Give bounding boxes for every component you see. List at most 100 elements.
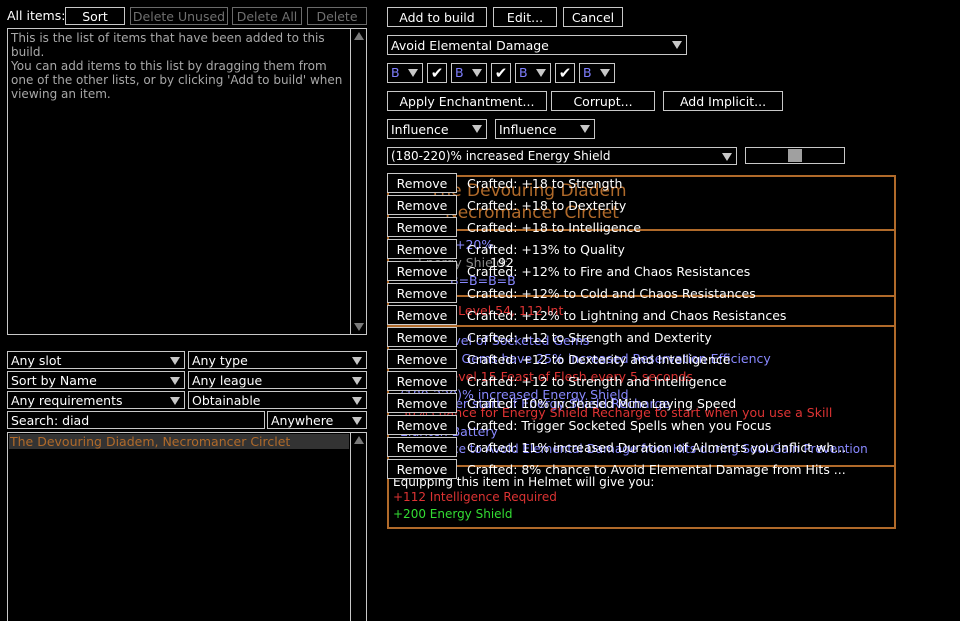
socket-link-checkbox-1[interactable]: ✔ (427, 63, 447, 83)
influence-dropdown-1[interactable]: Influence (387, 119, 487, 139)
chevron-down-icon (352, 397, 362, 405)
chevron-down-icon (600, 69, 610, 77)
build-items-scrollbar[interactable] (350, 29, 366, 334)
apply-enchantment-button[interactable]: Apply Enchantment... (387, 91, 547, 111)
corrupt-button[interactable]: Corrupt... (551, 91, 655, 111)
range-slider-handle[interactable] (788, 149, 802, 162)
remove-crafted-button[interactable]: Remove (387, 173, 457, 193)
remove-crafted-button[interactable]: Remove (387, 239, 457, 259)
item-db-list[interactable]: The Devouring Diadem, Necromancer Circle… (7, 432, 367, 621)
search-input[interactable]: Search: diad (7, 411, 265, 429)
add-implicit-button[interactable]: Add Implicit... (663, 91, 783, 111)
chevron-down-icon (352, 417, 362, 425)
crafted-mod-label: Crafted: +18 to Strength (467, 176, 623, 191)
influence-dropdown-2[interactable]: Influence (495, 119, 595, 139)
league-dropdown[interactable]: Any league (188, 371, 367, 389)
type-dropdown[interactable]: Any type (188, 351, 367, 369)
chevron-down-icon (352, 357, 362, 365)
crafted-mod-label: Crafted: +12 to Dexterity and Intelligen… (467, 352, 731, 367)
search-label: Search: (11, 413, 59, 428)
remove-crafted-button[interactable]: Remove (387, 437, 457, 457)
item-db-scrollbar[interactable] (350, 433, 366, 621)
remove-crafted-button[interactable]: Remove (387, 393, 457, 413)
remove-crafted-button[interactable]: Remove (387, 195, 457, 215)
delete-all-button[interactable]: Delete All (232, 7, 302, 25)
remove-crafted-button[interactable]: Remove (387, 349, 457, 369)
tooltip-separator (388, 229, 895, 231)
chevron-down-icon (580, 125, 590, 133)
crafted-mod-label: Crafted: 11% increased Duration of Ailme… (467, 440, 847, 455)
crafted-mod-label: Crafted: +12% to Fire and Chaos Resistan… (467, 264, 751, 279)
sort-dropdown[interactable]: Sort by Name (7, 371, 185, 389)
chevron-down-icon (408, 69, 418, 77)
socket-color-dropdown-3[interactable]: B (515, 63, 551, 83)
socket-color-dropdown-2[interactable]: B (451, 63, 487, 83)
obtainable-dropdown[interactable]: Obtainable (188, 391, 367, 409)
influence-value: Influence (499, 122, 557, 137)
tooltip-req-change: +112 Intelligence Required (393, 490, 557, 504)
remove-crafted-button[interactable]: Remove (387, 261, 457, 281)
tooltip-es-change: +200 Energy Shield (393, 507, 513, 521)
edit-button[interactable]: Edit... (493, 7, 557, 27)
chevron-down-icon (722, 153, 732, 161)
socket-color-dropdown-4[interactable]: B (579, 63, 615, 83)
requirements-dropdown[interactable]: Any requirements (7, 391, 185, 409)
search-value: diad (62, 413, 90, 428)
remove-crafted-button[interactable]: Remove (387, 217, 457, 237)
list-item[interactable]: The Devouring Diadem, Necromancer Circle… (10, 434, 290, 449)
delete-button[interactable]: Delete (307, 7, 367, 25)
crafted-mod-label: Crafted: +12% to Cold and Chaos Resistan… (467, 286, 756, 301)
search-scope-dropdown[interactable]: Anywhere (267, 411, 367, 429)
remove-crafted-button[interactable]: Remove (387, 305, 457, 325)
league-dropdown-value: Any league (192, 373, 263, 388)
remove-crafted-button[interactable]: Remove (387, 415, 457, 435)
socket-color-value: B (455, 65, 464, 80)
chevron-down-icon (472, 69, 482, 77)
delete-unused-button[interactable]: Delete Unused (130, 7, 228, 25)
crafted-mod-label: Crafted: +12% to Lightning and Chaos Res… (467, 308, 787, 323)
crafted-mod-label: Crafted: +13% to Quality (467, 242, 625, 257)
chevron-down-icon (472, 125, 482, 133)
build-items-list[interactable]: This is the list of items that have been… (7, 28, 367, 335)
tooltip-separator (388, 325, 895, 327)
crafted-mod-label: Crafted: Trigger Socketed Spells when yo… (467, 418, 772, 433)
range-mod-dropdown[interactable]: (180-220)% increased Energy Shield (387, 147, 737, 165)
requirements-dropdown-value: Any requirements (11, 393, 123, 408)
scroll-down-icon[interactable] (354, 323, 364, 331)
range-slider[interactable] (745, 147, 845, 164)
type-dropdown-value: Any type (192, 353, 248, 368)
obtainable-dropdown-value: Obtainable (192, 393, 261, 408)
remove-crafted-button[interactable]: Remove (387, 283, 457, 303)
cancel-button[interactable]: Cancel (563, 7, 623, 27)
checkmark-icon: ✔ (430, 64, 444, 82)
sort-dropdown-value: Sort by Name (11, 373, 97, 388)
crafted-mod-label: Crafted: +12 to Strength and Intelligenc… (467, 374, 727, 389)
remove-crafted-button[interactable]: Remove (387, 327, 457, 347)
variant-dropdown[interactable]: Avoid Elemental Damage (387, 35, 687, 55)
scroll-up-icon[interactable] (354, 436, 364, 444)
crafted-mod-label: Crafted: +12 to Strength and Dexterity (467, 330, 712, 345)
remove-crafted-button[interactable]: Remove (387, 459, 457, 479)
build-items-info-text: This is the list of items that have been… (11, 31, 343, 101)
checkmark-icon: ✔ (558, 64, 572, 82)
socket-color-value: B (519, 65, 528, 80)
search-scope-value: Anywhere (271, 413, 334, 428)
slot-dropdown[interactable]: Any slot (7, 351, 185, 369)
crafted-mod-label: Crafted: 10% increased Mine Laying Speed (467, 396, 737, 411)
socket-color-dropdown-1[interactable]: B (387, 63, 423, 83)
chevron-down-icon (170, 397, 180, 405)
chevron-down-icon (170, 357, 180, 365)
scroll-up-icon[interactable] (354, 32, 364, 40)
sort-button[interactable]: Sort (65, 7, 125, 25)
chevron-down-icon (536, 69, 546, 77)
checkmark-icon: ✔ (494, 64, 508, 82)
slot-dropdown-value: Any slot (11, 353, 62, 368)
variant-value: Avoid Elemental Damage (391, 38, 549, 53)
socket-link-checkbox-2[interactable]: ✔ (491, 63, 511, 83)
add-to-build-button[interactable]: Add to build (387, 7, 487, 27)
socket-link-checkbox-3[interactable]: ✔ (555, 63, 575, 83)
chevron-down-icon (672, 41, 682, 49)
remove-crafted-button[interactable]: Remove (387, 371, 457, 391)
influence-value: Influence (391, 122, 449, 137)
socket-color-value: B (583, 65, 592, 80)
